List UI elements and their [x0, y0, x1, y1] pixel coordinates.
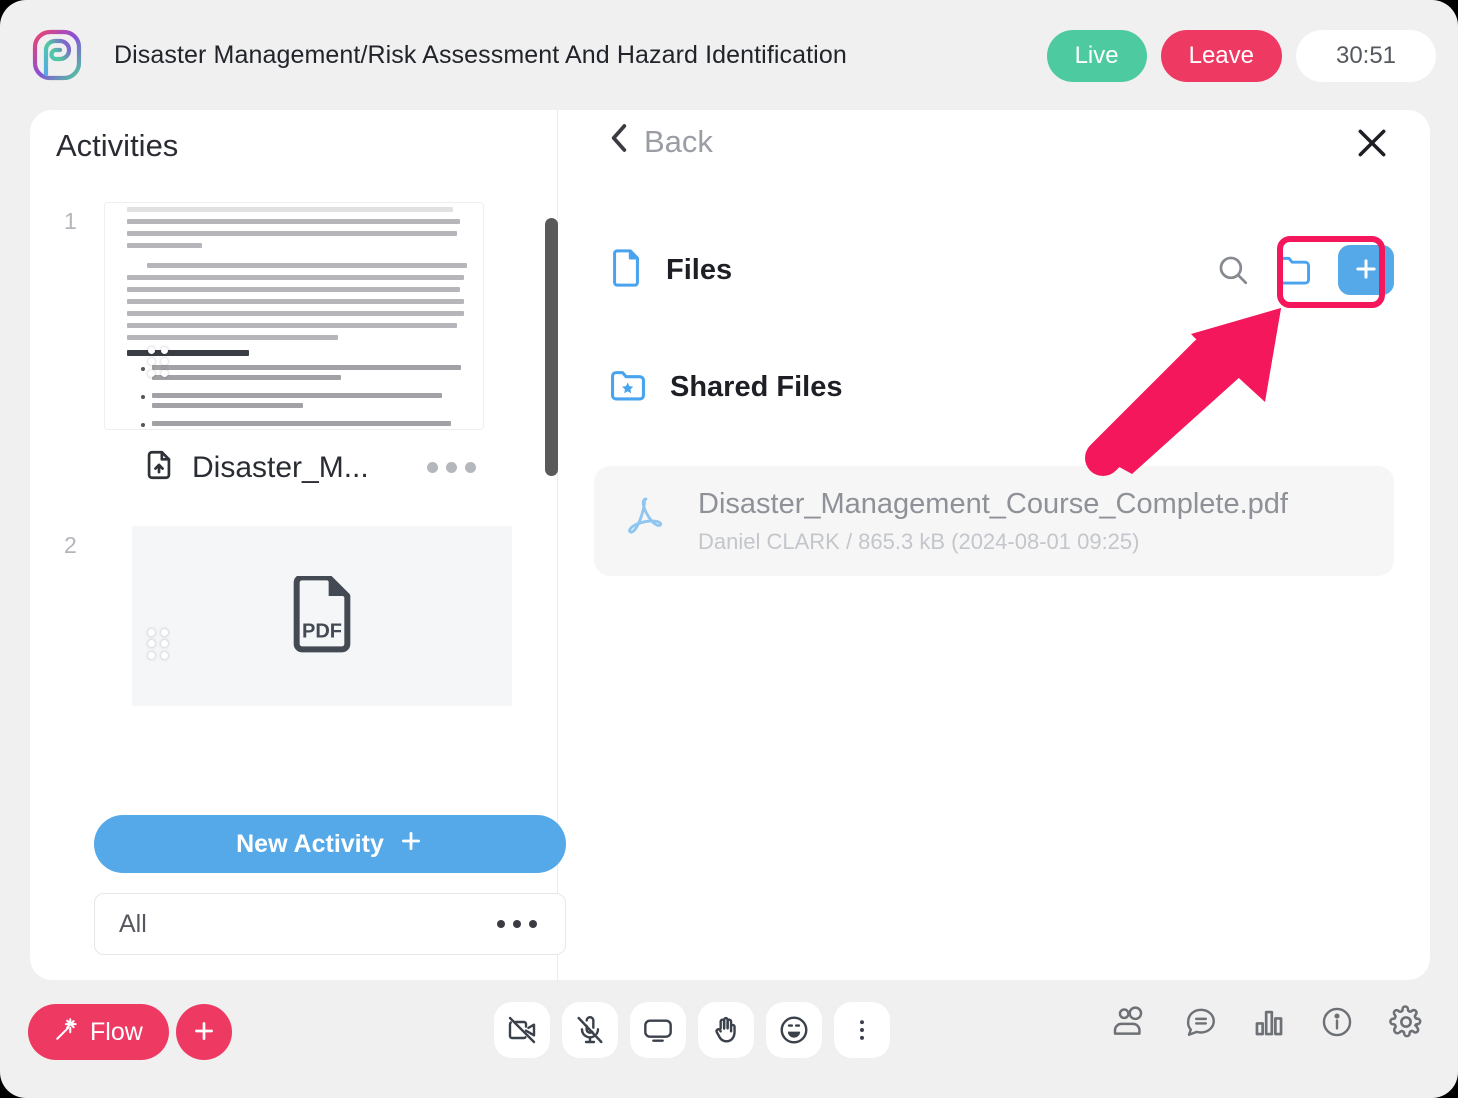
activities-title: Activities [56, 128, 179, 163]
file-submeta: Daniel CLARK / 865.3 kB (2024-08-01 09:2… [698, 528, 1140, 554]
shared-files-title: Shared Files [670, 371, 843, 403]
close-icon[interactable] [1350, 122, 1394, 166]
svg-text:PDF: PDF [302, 620, 342, 642]
app-header: Disaster Management/Risk Assessment And … [0, 0, 1458, 110]
flow-button[interactable]: Flow [28, 1004, 169, 1060]
live-badge: Live [1046, 30, 1147, 82]
document-preview [105, 203, 483, 429]
file-meta: Disaster_Management_Course_Complete.pdf … [698, 488, 1288, 555]
meeting-title: Disaster Management/Risk Assessment And … [114, 40, 847, 69]
activities-scrollbar[interactable] [545, 218, 558, 476]
app-logo-icon [30, 28, 84, 82]
pdf-file-icon: PDF [293, 576, 351, 653]
activity-label-row: Disaster_M... [142, 448, 512, 487]
plus-icon [398, 828, 424, 861]
bottom-toolbar: Flow [0, 980, 1458, 1098]
chat-icon[interactable] [1184, 1005, 1218, 1039]
right-toolbar [1112, 1004, 1424, 1040]
flow-add-button[interactable] [176, 1004, 232, 1060]
more-vertical-icon[interactable] [834, 1002, 890, 1058]
files-actions [1216, 245, 1394, 295]
file-name: Disaster_Management_Course_Complete.pdf [698, 487, 1288, 520]
folder-star-icon [608, 368, 648, 407]
leave-button[interactable]: Leave [1160, 30, 1282, 82]
raise-hand-icon[interactable] [698, 1002, 754, 1058]
main-card: Activities 1 Disaster_M... 2 PDF New Act… [30, 110, 1430, 980]
settings-gear-icon[interactable] [1388, 1004, 1424, 1040]
sparkle-wand-icon [54, 1016, 80, 1049]
activities-panel: Activities 1 Disaster_M... 2 PDF New Act… [30, 110, 566, 980]
file-upload-icon [142, 448, 176, 487]
activity-thumbnail-document[interactable] [104, 202, 484, 430]
kebab-menu-icon[interactable] [497, 920, 537, 928]
activity-index: 1 [64, 208, 77, 234]
camera-off-icon[interactable] [494, 1002, 550, 1058]
media-controls [494, 1002, 890, 1058]
shared-files-row[interactable]: Shared Files [608, 368, 842, 407]
chevron-left-icon [608, 122, 630, 162]
files-section-header: Files [608, 238, 1394, 302]
list-item[interactable]: 2 PDF [30, 526, 558, 726]
microphone-off-icon[interactable] [562, 1002, 618, 1058]
files-panel: Back Files Shared Files Disaster_Managem… [558, 110, 1430, 980]
activities-list: 1 Disaster_M... 2 PDF [30, 202, 558, 782]
file-list-item[interactable]: Disaster_Management_Course_Complete.pdf … [594, 466, 1394, 576]
new-activity-button[interactable]: New Activity [94, 815, 566, 873]
plus-icon [190, 1017, 218, 1048]
drag-handle-icon[interactable] [146, 627, 172, 661]
activity-index: 2 [64, 532, 77, 558]
activity-name: Disaster_M... [192, 450, 369, 484]
flow-label: Flow [90, 1017, 143, 1046]
plus-icon [1351, 254, 1381, 287]
participants-icon[interactable] [1112, 1006, 1150, 1038]
back-label: Back [644, 124, 713, 159]
emoji-reaction-icon[interactable] [766, 1002, 822, 1058]
activity-filter-value: All [119, 909, 147, 938]
add-file-button[interactable] [1338, 245, 1394, 295]
drag-handle-icon[interactable] [146, 345, 172, 379]
files-section-title: Files [666, 253, 733, 286]
header-controls: Live Leave 30:51 [1046, 30, 1436, 82]
file-icon [608, 248, 644, 293]
new-activity-label: New Activity [236, 829, 384, 858]
screen-share-icon[interactable] [630, 1002, 686, 1058]
folder-icon[interactable] [1276, 254, 1312, 286]
poll-stats-icon[interactable] [1252, 1005, 1286, 1039]
pdf-acrobat-icon [626, 494, 666, 549]
session-timer: 30:51 [1296, 30, 1436, 82]
kebab-menu-icon[interactable] [427, 462, 476, 473]
search-icon[interactable] [1216, 253, 1250, 287]
activity-thumbnail-pdf[interactable]: PDF [132, 526, 512, 706]
info-icon[interactable] [1320, 1005, 1354, 1039]
back-button[interactable]: Back [608, 122, 713, 162]
activity-filter-select[interactable]: All [94, 893, 566, 955]
app-window: Disaster Management/Risk Assessment And … [0, 0, 1458, 1098]
list-item[interactable]: 1 Disaster_M... [30, 202, 558, 522]
